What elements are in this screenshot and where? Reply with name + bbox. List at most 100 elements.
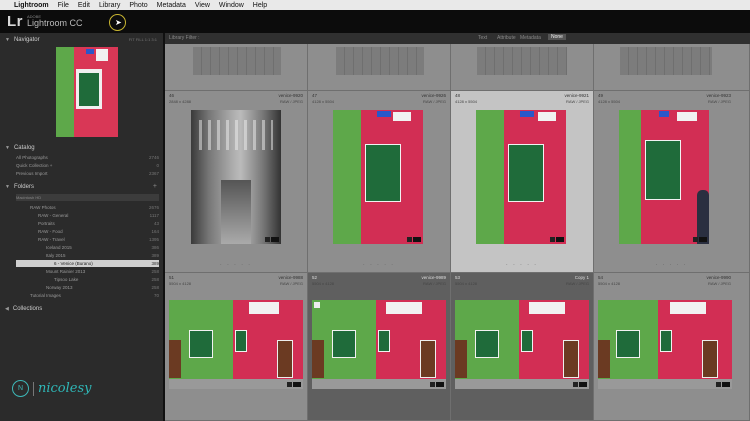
catalog-item-count: 0: [156, 163, 159, 168]
folder-item-count: 1395: [148, 237, 159, 242]
folder-item-label: Mount Rainier 2013: [46, 269, 86, 274]
folder-item-label: Tutorial Images: [30, 293, 61, 298]
cell-dimensions: 4128 x 5504: [455, 99, 478, 104]
folder-item-label: RAW - Travel: [38, 237, 65, 242]
cell-dimensions: 5504 x 4128: [455, 281, 478, 286]
grid-cell[interactable]: [451, 44, 594, 91]
grid-cell[interactable]: 46 venice-9920 2848 x 4288 RAW / JPEG · …: [165, 91, 308, 273]
grid-cell-selected[interactable]: 48 venice-9921 4128 x 5504 RAW / JPEG · …: [451, 91, 594, 273]
cell-dimensions: 2848 x 4288: [169, 99, 192, 104]
collections-header[interactable]: ◀ Collections: [0, 304, 163, 313]
brand-wordmark: nicolesy: [38, 381, 92, 396]
brand-logo-icon: N: [12, 380, 29, 397]
cell-dimensions: 5504 x 4128: [169, 281, 192, 286]
catalog-title: Catalog: [13, 144, 35, 151]
drive-bar[interactable]: Macintosh HD: [16, 194, 159, 201]
folder-item-count: 258: [151, 269, 159, 274]
photo-grid[interactable]: 46 venice-9920 2848 x 4288 RAW / JPEG · …: [165, 44, 750, 421]
folder-item[interactable]: Mount Rainier 2013 258: [16, 268, 159, 275]
folder-item-count: 386: [151, 245, 159, 250]
collapse-triangle-icon: ▼: [5, 36, 10, 43]
cell-filename: venice-9988: [278, 275, 303, 280]
folder-item-count: 70: [153, 293, 159, 298]
filter-tab-text[interactable]: Text: [478, 35, 487, 41]
cell-dimensions: 5504 x 4128: [312, 281, 335, 286]
cell-number: 53: [455, 275, 461, 280]
grid-cell[interactable]: [308, 44, 451, 91]
photo-thumbnail[interactable]: [619, 110, 709, 244]
photo-thumbnail[interactable]: [169, 300, 303, 389]
menu-window[interactable]: Window: [219, 2, 244, 9]
catalog-item-label: Previous Import: [16, 171, 48, 176]
cell-number: 49: [598, 93, 604, 98]
folder-item[interactable]: Iceland 2015 386: [16, 244, 159, 251]
menu-help[interactable]: Help: [253, 2, 267, 9]
grid-cell[interactable]: 52 venice-9989 5504 x 4128 RAW / JPEG: [308, 273, 451, 421]
filter-tab-none[interactable]: None: [548, 34, 566, 40]
photo-thumbnail[interactable]: [333, 110, 423, 244]
photo-thumbnail[interactable]: [598, 300, 732, 389]
folder-item-label: RAW - Food: [38, 229, 63, 234]
brand-watermark: N nicolesy: [12, 380, 92, 397]
folder-item[interactable]: Italy 2015 389: [16, 252, 159, 259]
folder-item[interactable]: RAW Photos 2676: [16, 204, 159, 211]
folder-item-label: Italy 2015: [46, 253, 66, 258]
rating-stars[interactable]: · · · · ·: [308, 262, 450, 268]
grid-cell[interactable]: 51 venice-9988 5504 x 4128 RAW / JPEG: [165, 273, 308, 421]
grid-cell[interactable]: [594, 44, 750, 91]
folder-item[interactable]: RAW - General 1117: [16, 212, 159, 219]
folder-item-count: 1117: [149, 213, 159, 218]
collapse-triangle-icon: ▼: [5, 144, 10, 151]
add-folder-icon[interactable]: +: [153, 183, 157, 190]
menu-metadata[interactable]: Metadata: [157, 2, 186, 9]
cell-filetype: RAW / JPEG: [280, 281, 303, 286]
menu-app-name[interactable]: Lightroom: [14, 2, 49, 9]
catalog-header[interactable]: ▼ Catalog: [0, 143, 163, 152]
menu-file[interactable]: File: [58, 2, 69, 9]
folder-item[interactable]: RAW - Travel 1395: [16, 236, 159, 243]
grid-cell[interactable]: [165, 44, 308, 91]
cell-filetype: RAW / JPEG: [280, 99, 303, 104]
menu-edit[interactable]: Edit: [78, 2, 90, 9]
grid-cell[interactable]: 53 Copy 1 5504 x 4128 RAW / JPEG: [451, 273, 594, 421]
catalog-item-count: 2367: [148, 171, 159, 176]
menu-view[interactable]: View: [195, 2, 210, 9]
navigator-preview[interactable]: [56, 47, 118, 137]
folder-item[interactable]: Portraits 43: [16, 220, 159, 227]
catalog-item[interactable]: Previous Import 2367: [16, 170, 159, 177]
rating-stars[interactable]: · · · · ·: [451, 262, 593, 268]
menu-library[interactable]: Library: [99, 2, 120, 9]
grid-cell[interactable]: 49 venice-9923 4128 x 5504 RAW / JPEG · …: [594, 91, 750, 273]
photo-thumbnail[interactable]: [476, 110, 566, 244]
folder-item-label: Tipsoo Lake: [54, 277, 79, 282]
cell-dimensions: 4128 x 5504: [598, 99, 621, 104]
cell-number: 54: [598, 275, 604, 280]
navigator-header[interactable]: ▼ Navigator FIT FILL 1:1 3:1: [0, 35, 163, 44]
folder-item-count: 389: [151, 253, 159, 258]
collections-title: Collections: [12, 305, 43, 312]
folder-item[interactable]: Tipsoo Lake 258: [16, 276, 159, 283]
rating-stars[interactable]: · · · · ·: [594, 262, 749, 268]
photo-thumbnail[interactable]: [455, 300, 589, 389]
filter-tab-metadata[interactable]: Metadata: [520, 35, 541, 41]
cell-filetype: RAW / JPEG: [423, 99, 446, 104]
folder-item-count: 164: [151, 229, 159, 234]
grid-cell[interactable]: 54 venice-9990 5504 x 4128 RAW / JPEG: [594, 273, 750, 421]
collapse-triangle-icon: ▼: [5, 183, 10, 190]
folders-header[interactable]: ▼ Folders +: [0, 182, 163, 191]
rating-stars[interactable]: · · · · ·: [165, 262, 307, 268]
catalog-item[interactable]: All Photographs 2746: [16, 154, 159, 161]
folder-item[interactable]: Tutorial Images 70: [16, 292, 159, 299]
folder-item[interactable]: Norway 2013 258: [16, 284, 159, 291]
catalog-item[interactable]: Quick Collection + 0: [16, 162, 159, 169]
folder-item[interactable]: 6 - Venice (Burano) 389: [16, 260, 159, 267]
folder-item[interactable]: RAW - Food 164: [16, 228, 159, 235]
cell-dimensions: 4128 x 5504: [312, 99, 335, 104]
photo-thumbnail[interactable]: [312, 300, 446, 389]
folder-item-count: 43: [153, 221, 159, 226]
menu-photo[interactable]: Photo: [129, 2, 147, 9]
filter-tab-attribute[interactable]: Attribute: [497, 35, 516, 41]
grid-cell[interactable]: 47 venice-9926 4128 x 5504 RAW / JPEG · …: [308, 91, 451, 273]
photo-thumbnail[interactable]: [191, 110, 281, 244]
zoom-options[interactable]: FIT FILL 1:1 3:1: [129, 37, 157, 42]
